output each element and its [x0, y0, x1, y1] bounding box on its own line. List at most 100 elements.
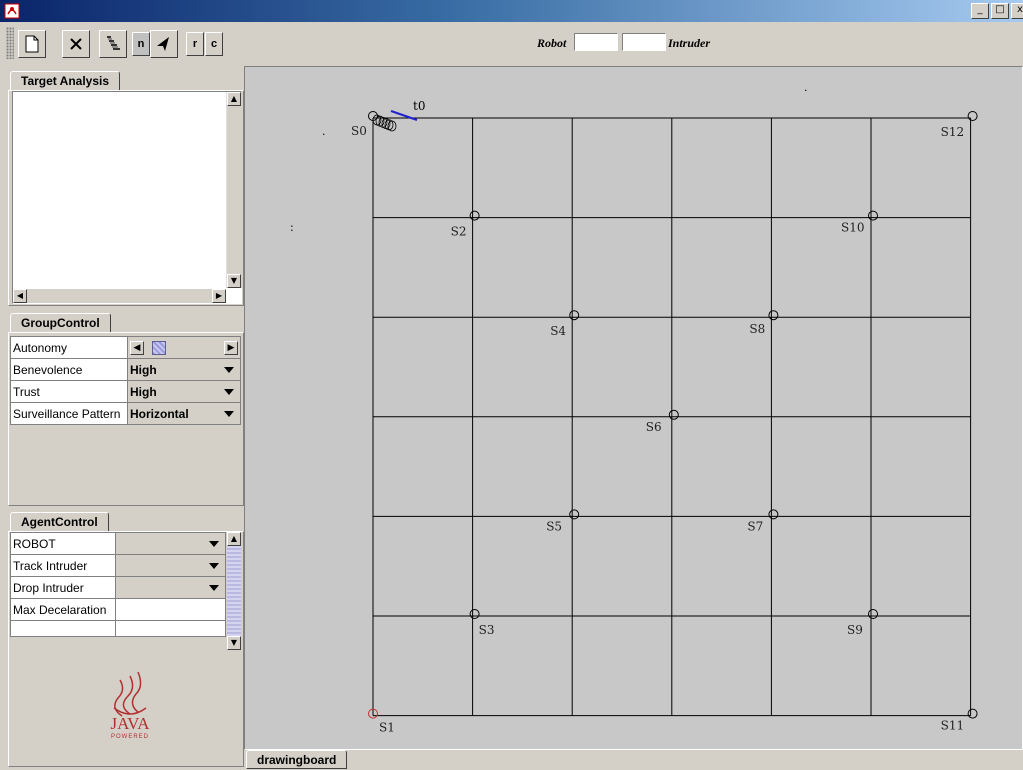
- trust-label: Trust: [10, 380, 128, 403]
- r-button-label: r: [192, 38, 198, 50]
- stray-mark-colon: :: [290, 221, 294, 234]
- tab-target-analysis[interactable]: Target Analysis: [10, 71, 121, 91]
- arrowhead-icon: [157, 37, 169, 51]
- java-logo-subtext: POWERED: [110, 734, 149, 740]
- stairs-icon: [107, 36, 120, 50]
- surveillance-row: Surveillance Pattern Horizontal: [10, 402, 241, 425]
- station-label-s8: S8: [749, 322, 765, 336]
- autonomy-row: Autonomy ◀ ▶: [10, 336, 241, 359]
- surveillance-value: Horizontal: [130, 406, 189, 421]
- group-control-table: Autonomy ◀ ▶ Benevolence High Trust High…: [10, 336, 241, 425]
- arrow-tool-button[interactable]: [150, 30, 178, 58]
- x-icon: [70, 38, 82, 50]
- robot-select[interactable]: [115, 532, 226, 555]
- station-label-s2: S2: [451, 225, 467, 239]
- close-window-button[interactable]: x: [1011, 3, 1023, 19]
- tab-agent-control[interactable]: AgentControl: [10, 512, 109, 532]
- tab-drawingboard[interactable]: drawingboard: [246, 750, 348, 769]
- station-label-s6: S6: [646, 420, 662, 434]
- benevolence-select[interactable]: High: [127, 358, 241, 381]
- station-label-s4: S4: [550, 324, 566, 338]
- stray-mark-dot: .: [322, 125, 326, 138]
- scroll-left-icon[interactable]: ◀: [13, 289, 27, 303]
- agent-control-table: ROBOT Track Intruder Drop Intruder Max D…: [10, 532, 226, 637]
- scroll-up-icon[interactable]: ▲: [227, 532, 241, 546]
- slider-left-icon[interactable]: ◀: [130, 340, 144, 355]
- drawing-board[interactable]: S0 S12 S2 S10 S4 S8 S6 S5 S7 S3 S9 S1 S11 t0:..: [244, 66, 1023, 750]
- java-cup-icon: [113, 671, 147, 717]
- drop-intruder-label: Drop Intruder: [10, 576, 116, 599]
- intruder-label: Intruder: [668, 36, 711, 50]
- slider-thumb[interactable]: [152, 340, 167, 355]
- new-document-button[interactable]: [18, 30, 46, 58]
- trust-row: Trust High: [10, 380, 241, 403]
- target-analysis-hscrollbar[interactable]: ◀ ▶: [13, 289, 226, 303]
- station-label-s0: S0: [351, 124, 367, 138]
- drop-intruder-select[interactable]: [115, 576, 226, 599]
- n-button[interactable]: n: [132, 32, 150, 56]
- robot-coil-loop: [387, 120, 397, 132]
- autonomy-label: Autonomy: [10, 336, 128, 359]
- trust-select[interactable]: High: [127, 380, 241, 403]
- station-label-s7: S7: [747, 519, 763, 533]
- c-button[interactable]: c: [205, 32, 223, 56]
- surveillance-label: Surveillance Pattern: [10, 402, 128, 425]
- station-marker-icon: [469, 210, 480, 221]
- maximize-button[interactable]: □: [991, 3, 1009, 19]
- toolbar: n r c: [0, 22, 1023, 66]
- empty-value[interactable]: [115, 620, 226, 637]
- robot-row: ROBOT: [10, 532, 226, 555]
- chevron-down-icon: [224, 367, 234, 373]
- toolbar-grip[interactable]: [6, 27, 14, 59]
- chevron-down-icon: [209, 585, 219, 591]
- robot-trail-icon: [372, 114, 397, 132]
- minimize-button[interactable]: _: [971, 3, 989, 19]
- station-label-s10: S10: [841, 221, 865, 235]
- time-label: t0: [413, 99, 425, 113]
- stairs-button[interactable]: [99, 30, 127, 58]
- max-deceleration-field[interactable]: [115, 598, 226, 621]
- scroll-down-icon[interactable]: ▼: [227, 274, 241, 288]
- target-analysis-text[interactable]: [12, 91, 242, 304]
- track-intruder-select[interactable]: [115, 554, 226, 577]
- r-button[interactable]: r: [186, 32, 204, 56]
- station-label-s12: S12: [941, 125, 965, 139]
- robot-field[interactable]: [574, 33, 618, 51]
- scroll-down-icon[interactable]: ▼: [227, 636, 241, 650]
- station-marker-icon: [768, 310, 779, 321]
- autonomy-slider[interactable]: ◀ ▶: [127, 336, 241, 359]
- station-marker-icon: [569, 509, 580, 520]
- station-marker-icon: [868, 609, 878, 619]
- benevolence-label: Benevolence: [10, 358, 128, 381]
- title-bar: _ □ x: [0, 0, 1023, 22]
- surveillance-select[interactable]: Horizontal: [127, 402, 241, 425]
- document-icon: [25, 35, 39, 53]
- tab-group-control[interactable]: GroupControl: [10, 313, 111, 333]
- robot-label: Robot: [537, 36, 567, 50]
- java-powered-logo: JAVA POWERED: [100, 668, 160, 748]
- station-marker-icon: [569, 310, 580, 321]
- slider-right-icon[interactable]: ▶: [224, 340, 238, 355]
- station-marker-icon: [768, 509, 779, 520]
- track-intruder-label: Track Intruder: [10, 554, 116, 577]
- station-marker-icon: [967, 708, 978, 719]
- station-marker-icon: [469, 609, 480, 619]
- drop-intruder-row: Drop Intruder: [10, 576, 226, 599]
- empty-row: [10, 620, 226, 637]
- empty-label: [10, 620, 116, 637]
- scroll-up-icon[interactable]: ▲: [227, 92, 241, 106]
- chevron-down-icon: [224, 389, 234, 395]
- close-button[interactable]: [62, 30, 90, 58]
- c-button-label: c: [210, 38, 218, 50]
- surveillance-grid[interactable]: S0 S12 S2 S10 S4 S8 S6 S5 S7 S3 S9 S1 S11 t0:..: [245, 67, 1022, 749]
- agent-control-vscrollbar[interactable]: ▲ ▼: [227, 532, 241, 650]
- benevolence-row: Benevolence High: [10, 358, 241, 381]
- station-label-s1: S1: [379, 721, 395, 735]
- intruder-field[interactable]: [622, 33, 666, 51]
- scroll-right-icon[interactable]: ▶: [212, 289, 226, 303]
- chevron-down-icon: [224, 411, 234, 417]
- track-intruder-row: Track Intruder: [10, 554, 226, 577]
- target-analysis-vscrollbar[interactable]: ▲ ▼: [226, 92, 242, 288]
- max-deceleration-row: Max Decelaration: [10, 598, 226, 621]
- station-label-s11: S11: [941, 719, 965, 733]
